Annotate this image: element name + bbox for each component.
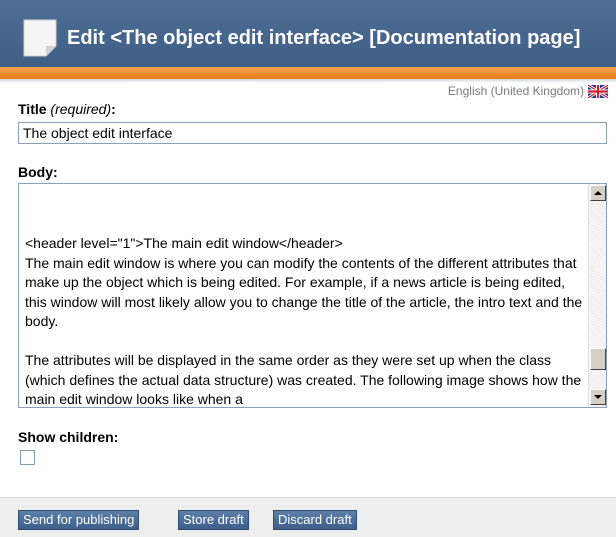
uk-flag-icon <box>588 84 608 98</box>
document-icon <box>23 19 57 57</box>
scroll-thumb[interactable] <box>590 348 606 370</box>
body-label: Body: <box>18 164 58 180</box>
scroll-up-button[interactable] <box>590 185 606 201</box>
title-input[interactable] <box>18 122 607 144</box>
language-indicator: English (United Kingdom) <box>448 84 608 98</box>
language-label: English (United Kingdom) <box>447 84 584 98</box>
page-title: Edit <The object edit interface> [Docume… <box>67 27 581 49</box>
show-children-checkbox[interactable] <box>20 450 35 465</box>
discard-draft-button[interactable]: Discard draft <box>273 510 357 530</box>
body-text[interactable]: <header level="1">The main edit window</… <box>25 234 585 407</box>
header-shadow <box>0 79 616 83</box>
title-label: Title (required): <box>18 101 116 117</box>
title-label-text: Title <box>18 101 47 117</box>
show-children-label: Show children: <box>18 429 119 445</box>
required-note: (required) <box>50 101 112 117</box>
arrow-up-icon <box>594 191 602 195</box>
store-draft-button[interactable]: Store draft <box>178 510 249 530</box>
send-for-publishing-button[interactable]: Send for publishing <box>18 510 140 530</box>
title-label-colon: : <box>111 101 116 117</box>
header-accent-bar <box>0 67 616 79</box>
arrow-down-icon <box>594 395 602 399</box>
body-textarea[interactable]: <header level="1">The main edit window</… <box>18 183 607 408</box>
scroll-down-button[interactable] <box>590 389 606 405</box>
body-scrollbar[interactable] <box>588 184 606 407</box>
